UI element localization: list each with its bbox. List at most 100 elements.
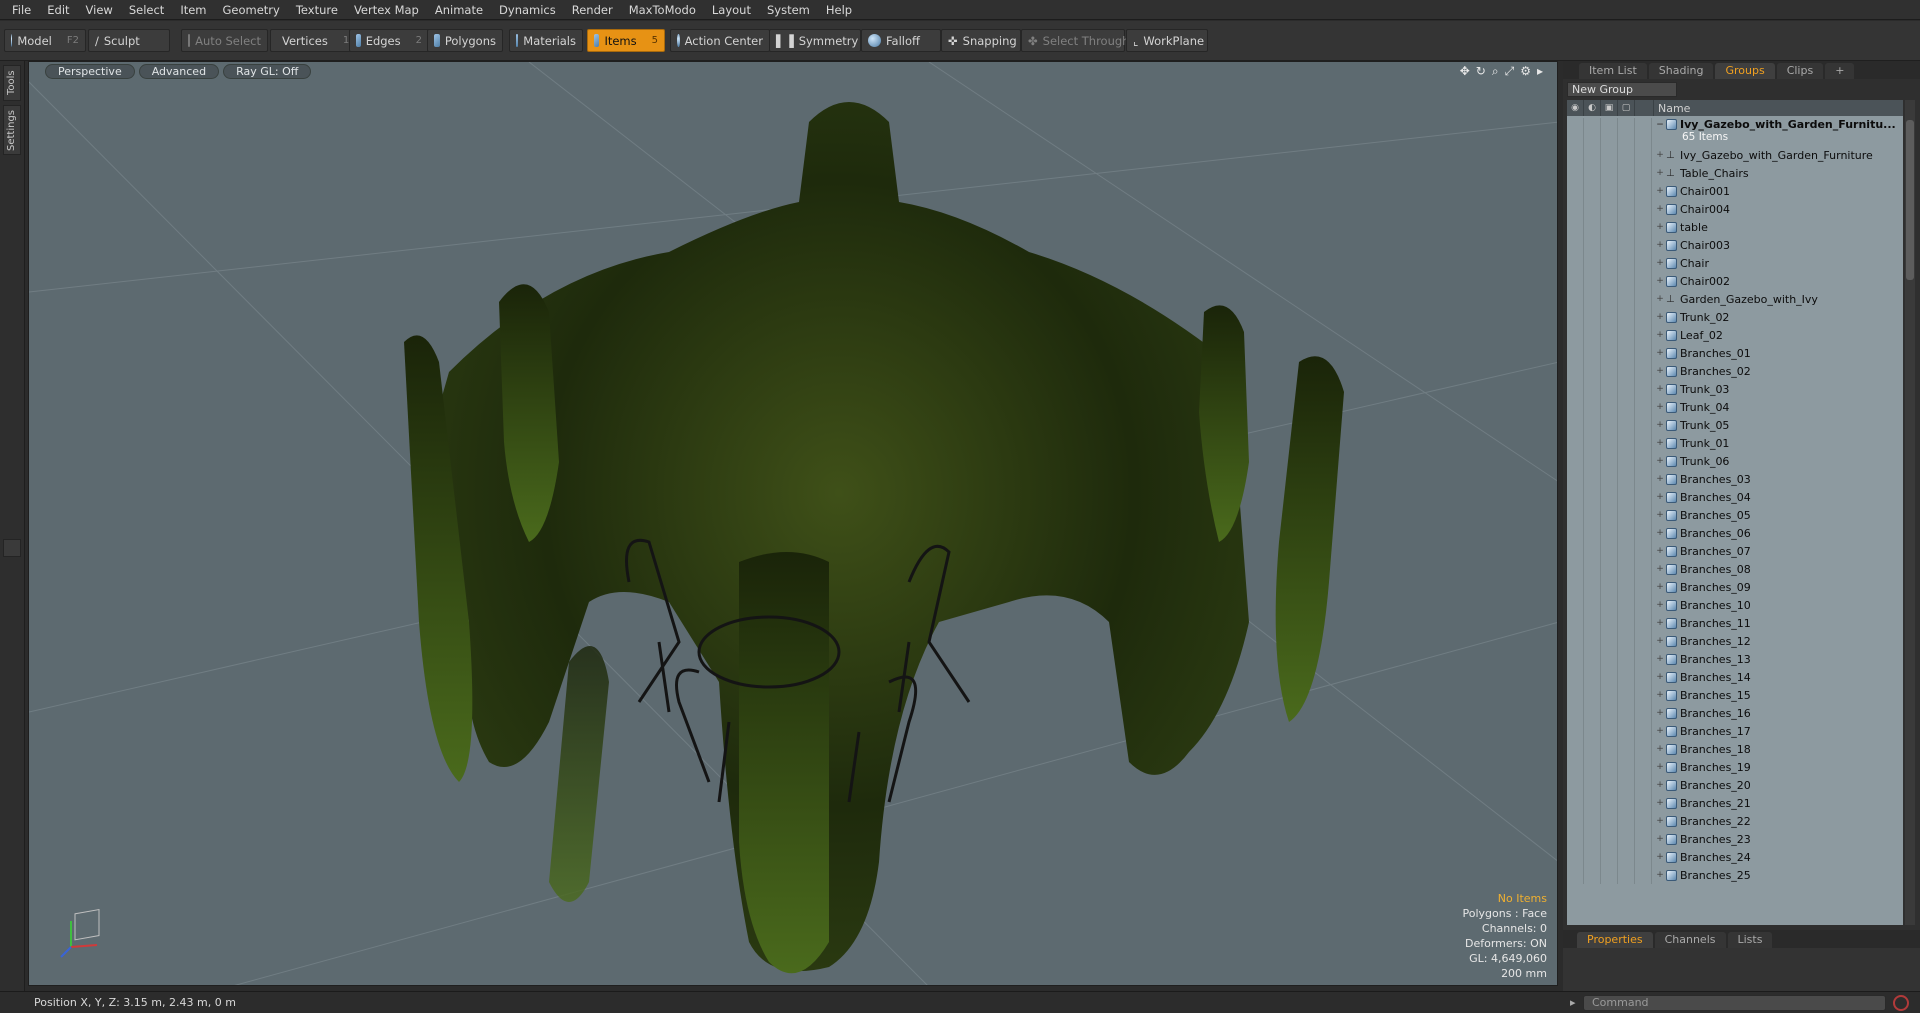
polygons-button[interactable]: Polygons — [427, 29, 503, 52]
expand-icon[interactable]: + — [1654, 402, 1666, 412]
tree-item[interactable]: + Branches_09 — [1567, 578, 1903, 596]
expand-icon[interactable]: + — [1654, 258, 1666, 268]
visibility-column-icon[interactable]: ◉ — [1567, 100, 1584, 116]
collapse-handle[interactable] — [3, 539, 21, 557]
lock-column-icon[interactable]: ▣ — [1601, 100, 1618, 116]
expand-icon[interactable]: + — [1654, 852, 1666, 862]
tree-item[interactable]: + Chair001 — [1567, 182, 1903, 200]
expand-icon[interactable]: + — [1654, 798, 1666, 808]
menu-help[interactable]: Help — [818, 0, 860, 20]
expand-icon[interactable]: + — [1654, 546, 1666, 556]
menu-select[interactable]: Select — [121, 0, 172, 20]
tree-item[interactable]: + Branches_12 — [1567, 632, 1903, 650]
name-column-header[interactable]: Name — [1654, 102, 1690, 115]
maximize-icon[interactable]: ⤢ — [1505, 64, 1515, 79]
items-button[interactable]: Items 5 — [587, 29, 665, 52]
tree-item[interactable]: + Branches_15 — [1567, 686, 1903, 704]
sculpt-button[interactable]: ∕ Sculpt — [88, 29, 170, 52]
tree-item[interactable]: + Branches_07 — [1567, 542, 1903, 560]
menu-geometry[interactable]: Geometry — [215, 0, 288, 20]
expand-icon[interactable]: + — [1654, 762, 1666, 772]
expand-icon[interactable]: + — [1654, 654, 1666, 664]
menu-animate[interactable]: Animate — [427, 0, 491, 20]
raygl-button[interactable]: Ray GL: Off — [223, 63, 312, 79]
expand-icon[interactable]: + — [1654, 366, 1666, 376]
tree-item[interactable]: + Branches_25 — [1567, 866, 1903, 884]
expand-icon[interactable]: + — [1654, 240, 1666, 250]
tree-item[interactable]: + ⊥ Table_Chairs — [1567, 164, 1903, 182]
tree-item[interactable]: + Trunk_04 — [1567, 398, 1903, 416]
tree-item[interactable]: + Branches_10 — [1567, 596, 1903, 614]
tree-item[interactable]: + Branches_24 — [1567, 848, 1903, 866]
expand-icon[interactable]: + — [1654, 312, 1666, 322]
tab-clips[interactable]: Clips — [1776, 63, 1824, 79]
menu-render[interactable]: Render — [564, 0, 621, 20]
tree-item[interactable]: + Branches_05 — [1567, 506, 1903, 524]
tree-item[interactable]: + Branches_17 — [1567, 722, 1903, 740]
new-group-button[interactable]: New Group — [1567, 82, 1677, 97]
expand-icon[interactable]: + — [1654, 276, 1666, 286]
tree-item[interactable]: + Trunk_05 — [1567, 416, 1903, 434]
tools-tab[interactable]: Tools — [3, 65, 21, 101]
expand-icon[interactable]: + — [1654, 456, 1666, 466]
expand-icon[interactable]: + — [1654, 528, 1666, 538]
expand-icon[interactable]: + — [1654, 204, 1666, 214]
tree-item[interactable]: + table — [1567, 218, 1903, 236]
menu-dynamics[interactable]: Dynamics — [491, 0, 564, 20]
group-row[interactable]: − Ivy_Gazebo_with_Garden_Furnitu... 65 It… — [1567, 116, 1903, 146]
menu-texture[interactable]: Texture — [288, 0, 346, 20]
tree-item[interactable]: + Branches_20 — [1567, 776, 1903, 794]
tree-item[interactable]: + Branches_23 — [1567, 830, 1903, 848]
expand-icon[interactable]: + — [1654, 780, 1666, 790]
rotate-icon[interactable]: ↻ — [1476, 64, 1486, 79]
workplane-button[interactable]: ⌞ WorkPlane — [1126, 29, 1208, 52]
expand-icon[interactable]: + — [1654, 744, 1666, 754]
tree-item[interactable]: + Branches_03 — [1567, 470, 1903, 488]
tree-item[interactable]: + Branches_11 — [1567, 614, 1903, 632]
tree-item[interactable]: + Branches_04 — [1567, 488, 1903, 506]
expand-icon[interactable]: + — [1654, 564, 1666, 574]
select-column-icon[interactable]: ▢ — [1618, 100, 1635, 116]
tree-item[interactable]: + ⊥ Ivy_Gazebo_with_Garden_Furniture — [1567, 146, 1903, 164]
expand-icon[interactable]: + — [1654, 816, 1666, 826]
expand-icon[interactable]: + — [1654, 618, 1666, 628]
expand-icon[interactable]: + — [1654, 636, 1666, 646]
zoom-icon[interactable]: ⌕ — [1492, 64, 1499, 79]
expand-icon[interactable]: + — [1654, 438, 1666, 448]
tab-item-list[interactable]: Item List — [1579, 63, 1647, 79]
menu-view[interactable]: View — [78, 0, 121, 20]
expand-icon[interactable]: + — [1654, 834, 1666, 844]
menu-maxtomodo[interactable]: MaxToModo — [621, 0, 704, 20]
falloff-button[interactable]: Falloff — [861, 29, 941, 52]
tree-item[interactable]: + Branches_19 — [1567, 758, 1903, 776]
add-tab-icon[interactable]: + — [1825, 63, 1855, 79]
expand-icon[interactable]: + — [1654, 168, 1666, 178]
select-through-button[interactable]: ✤ Select Through — [1021, 29, 1129, 52]
expand-icon[interactable]: + — [1654, 330, 1666, 340]
collapse-icon[interactable]: − — [1654, 120, 1666, 130]
tree-item[interactable]: + Chair004 — [1567, 200, 1903, 218]
expand-icon[interactable]: + — [1654, 582, 1666, 592]
tree-item[interactable]: + Branches_08 — [1567, 560, 1903, 578]
expand-icon[interactable]: + — [1654, 348, 1666, 358]
tree-item[interactable]: + Chair003 — [1567, 236, 1903, 254]
expand-icon[interactable]: + — [1654, 600, 1666, 610]
tree-item[interactable]: + Trunk_01 — [1567, 434, 1903, 452]
menu-system[interactable]: System — [759, 0, 818, 20]
menu-item[interactable]: Item — [172, 0, 214, 20]
tree-item[interactable]: + Branches_16 — [1567, 704, 1903, 722]
tree-item[interactable]: + Leaf_02 — [1567, 326, 1903, 344]
command-record-icon[interactable] — [1893, 995, 1909, 1011]
tree-item[interactable]: + Branches_18 — [1567, 740, 1903, 758]
expand-icon[interactable]: + — [1654, 726, 1666, 736]
menu-file[interactable]: File — [4, 0, 39, 20]
tab-channels[interactable]: Channels — [1654, 932, 1726, 948]
auto-select-button[interactable]: Auto Select — [181, 29, 268, 52]
expand-icon[interactable]: + — [1654, 150, 1666, 160]
3d-viewport[interactable]: Perspective Advanced Ray GL: Off ✥ ↻ ⌕ ⤢… — [28, 61, 1558, 986]
tree-item[interactable]: + ⊥ Garden_Gazebo_with_Ivy — [1567, 290, 1903, 308]
view-mode-button[interactable]: Perspective — [45, 63, 135, 79]
tree-item[interactable]: + Branches_06 — [1567, 524, 1903, 542]
symmetry-button[interactable]: ▌▐ Symmetry — [769, 29, 861, 52]
tab-groups[interactable]: Groups — [1715, 63, 1775, 79]
